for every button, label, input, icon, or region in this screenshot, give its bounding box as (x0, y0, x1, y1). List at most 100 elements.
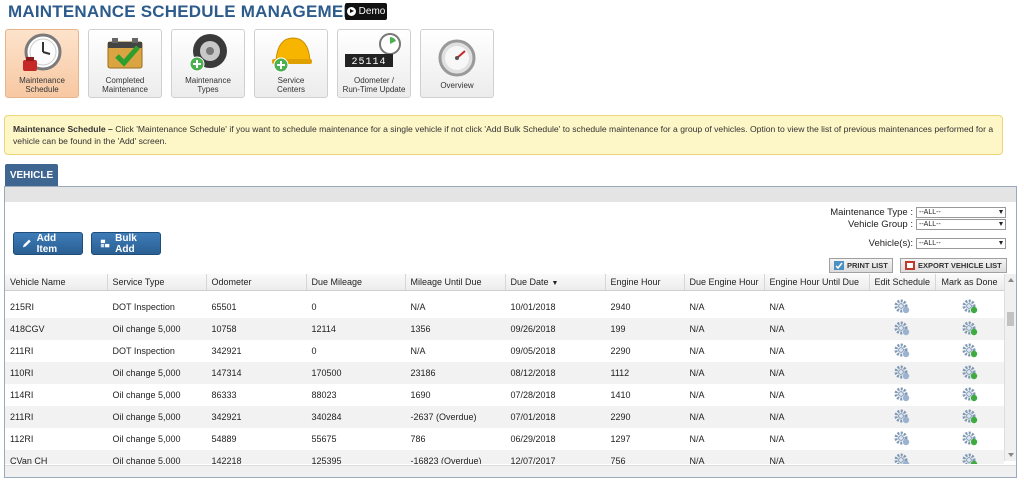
mark-as-done-cell[interactable] (935, 450, 1004, 464)
scroll-thumb[interactable] (1007, 312, 1014, 326)
table-cell: 170500 (306, 362, 405, 384)
tab-vehicle[interactable]: VEHICLE (5, 164, 58, 186)
table-cell: DOT Inspection (112, 346, 175, 356)
scroll-down-icon[interactable] (1008, 453, 1014, 457)
edit-schedule-cell[interactable] (869, 450, 935, 464)
mark-done-gear-icon[interactable] (962, 298, 978, 314)
mark-done-gear-icon[interactable] (962, 408, 978, 424)
table-cell: N/A (764, 318, 869, 340)
table-cell: 211RI (10, 346, 34, 356)
maintenance-type-filter: Maintenance Type : --ALL-- (830, 207, 1006, 218)
mark-as-done-cell[interactable] (935, 406, 1004, 428)
table-cell: 07/01/2018 (505, 406, 605, 428)
mark-as-done-cell[interactable] (935, 318, 1004, 340)
table-cell: 756 (605, 450, 684, 464)
table-row[interactable]: 211RI DOT Inspection 342921 0 N/A 09/05/2018 2… (5, 340, 1004, 362)
play-icon (346, 7, 356, 16)
edit-schedule-cell[interactable] (869, 428, 935, 450)
mark-as-done-cell[interactable] (935, 340, 1004, 362)
column-header[interactable]: Engine Hour Until Due (764, 274, 870, 291)
mark-done-gear-icon[interactable] (962, 342, 978, 358)
tile-odometer-update[interactable]: 25114 Odometer / Run-Time Update (337, 29, 411, 98)
tile-service-centers[interactable]: Service Centers (254, 29, 328, 98)
table-cell: N/A (689, 390, 705, 400)
mark-as-done-cell[interactable] (935, 428, 1004, 450)
column-header[interactable]: Engine Hour (605, 274, 685, 291)
maintenance-type-label: Maintenance Type : (830, 207, 913, 218)
table-row[interactable]: 418CGV Oil change 5,000 10758 12114 1356 09/2… (5, 318, 1004, 340)
table-row[interactable]: 211RI Oil change 5,000 342921 340284 -2637 (… (5, 406, 1004, 428)
table-cell: Oil change 5,000 (107, 406, 206, 428)
table-cell: 1112 (605, 362, 684, 384)
bulk-add-button[interactable]: Bulk Add (91, 232, 161, 255)
horizontal-scrollbar[interactable] (5, 465, 1016, 477)
demo-button[interactable]: Demo (345, 3, 387, 20)
export-vehicle-list-button[interactable]: EXPORT VEHICLE LIST (900, 258, 1007, 273)
table-cell: 12/07/2017 (505, 450, 605, 464)
print-list-button[interactable]: PRINT LIST (829, 258, 893, 273)
mark-as-done-cell[interactable] (935, 384, 1004, 406)
scroll-up-icon[interactable] (1008, 278, 1014, 282)
tile-overview[interactable]: Overview (420, 29, 494, 98)
edit-schedule-cell[interactable] (869, 406, 935, 428)
edit-schedule-gear-icon[interactable] (894, 430, 910, 446)
column-header[interactable]: Mark as Done (935, 274, 1005, 291)
mark-as-done-cell[interactable] (935, 362, 1004, 384)
tile-completed-maintenance[interactable]: Completed Maintenance (88, 29, 162, 98)
edit-schedule-gear-icon[interactable] (894, 320, 910, 336)
mark-done-gear-icon[interactable] (962, 430, 978, 446)
column-header[interactable]: Mileage Until Due (405, 274, 506, 291)
vertical-scrollbar[interactable] (1004, 274, 1016, 461)
edit-schedule-gear-icon[interactable] (894, 386, 910, 402)
edit-schedule-gear-icon[interactable] (894, 298, 910, 314)
table-cell: 2290 (610, 346, 631, 356)
table-row[interactable]: CVan CH Oil change 5,000 142218 125395 -1682… (5, 450, 1004, 464)
column-header[interactable]: Service Type (107, 274, 207, 291)
vehicles-select[interactable]: --ALL-- (916, 238, 1006, 249)
table-cell: 199 (605, 318, 684, 340)
table-cell: N/A (684, 406, 764, 428)
tile-label: Overview (440, 81, 474, 90)
tile-maintenance-schedule[interactable]: Maintenance Schedule (5, 29, 79, 98)
vehicle-group-select[interactable]: --ALL-- (916, 219, 1006, 230)
edit-schedule-cell[interactable] (869, 362, 935, 384)
mark-done-gear-icon[interactable] (962, 320, 978, 336)
table-cell: -2637 (Overdue) (405, 406, 505, 428)
mark-as-done-cell[interactable] (935, 296, 1004, 318)
column-header[interactable]: Due Mileage (306, 274, 406, 291)
tile-maintenance-types[interactable]: Maintenance Types (171, 29, 245, 98)
edit-schedule-gear-icon[interactable] (894, 342, 910, 358)
table-row[interactable]: 215RI DOT Inspection 65501 0 N/A 10/01/2018 29… (5, 296, 1004, 318)
table-cell: N/A (764, 406, 869, 428)
column-header[interactable]: Vehicle Name (5, 274, 108, 291)
table-row[interactable]: 112RI Oil change 5,000 54889 55675 786 06/29/… (5, 428, 1004, 450)
table-cell: N/A (764, 362, 869, 384)
column-header[interactable]: Due Date ▼ (505, 274, 606, 291)
table-cell: 55675 (311, 434, 337, 444)
edit-schedule-cell[interactable] (869, 318, 935, 340)
edit-schedule-gear-icon[interactable] (894, 452, 910, 464)
table-cell: Oil change 5,000 (107, 450, 206, 464)
print-icon (834, 261, 844, 270)
maintenance-type-select[interactable]: --ALL-- (916, 207, 1006, 218)
vehicle-group-label: Vehicle Group : (848, 219, 913, 230)
table-row[interactable]: 114RI Oil change 5,000 86333 88023 1690 07/28… (5, 384, 1004, 406)
mark-done-gear-icon[interactable] (962, 386, 978, 402)
table-cell: Oil change 5,000 (112, 390, 181, 400)
table-row[interactable]: 110RI Oil change 5,000 147314 170500 23186 08… (5, 362, 1004, 384)
mark-done-gear-icon[interactable] (962, 364, 978, 380)
mark-done-gear-icon[interactable] (962, 452, 978, 464)
column-header[interactable]: Edit Schedule (869, 274, 936, 291)
edit-schedule-cell[interactable] (869, 384, 935, 406)
column-header[interactable]: Due Engine Hour (684, 274, 765, 291)
edit-schedule-cell[interactable] (869, 340, 935, 362)
add-item-button[interactable]: Add Item (13, 232, 83, 255)
tire-icon (189, 34, 227, 72)
page-title: MAINTENANCE SCHEDULE MANAGEMENT (8, 2, 367, 21)
edit-schedule-gear-icon[interactable] (894, 364, 910, 380)
gauge-icon (438, 39, 476, 77)
column-header[interactable]: Odometer (206, 274, 307, 291)
table-cell: N/A (689, 302, 705, 312)
edit-schedule-gear-icon[interactable] (894, 408, 910, 424)
edit-schedule-cell[interactable] (869, 296, 935, 318)
